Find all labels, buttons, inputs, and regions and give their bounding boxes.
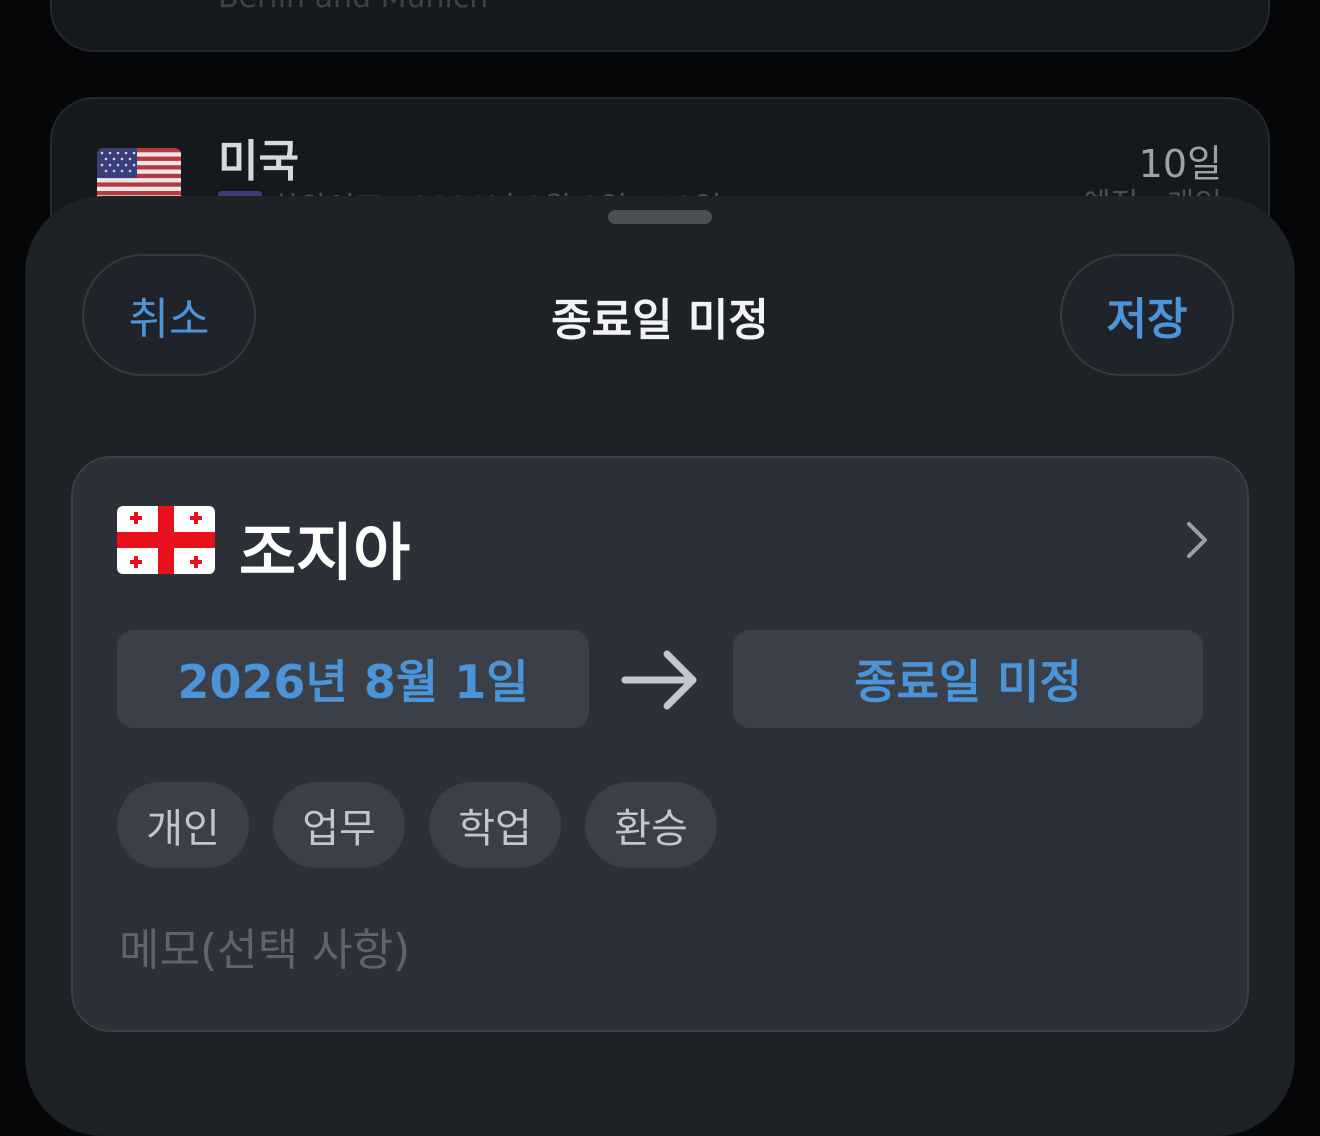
arrow-right-icon [621,650,697,710]
save-button[interactable]: 저장 [1060,254,1234,376]
country-name[interactable]: 조지아 [239,502,410,592]
start-date-button[interactable]: 2026년 8월 1일 [117,630,589,728]
sheet-drag-handle[interactable] [608,210,712,224]
edit-trip-sheet: 취소 종료일 미정 저장 조지아 2026년 8월 1일 종료일 미정 개인 업… [25,196,1295,1136]
tag-business[interactable]: 업무 [273,782,405,868]
georgia-flag-icon [117,506,215,574]
chevron-right-icon[interactable] [1177,520,1217,560]
trip-form-panel: 조지아 2026년 8월 1일 종료일 미정 개인 업무 학업 환승 [71,456,1249,1032]
memo-input[interactable] [117,914,1201,986]
trip-card-subtitle: Berlin and Munich [218,0,488,15]
tag-transit[interactable]: 환승 [585,782,717,868]
trip-card-title: 미국 [218,136,299,187]
end-date-button[interactable]: 종료일 미정 [733,630,1203,728]
trip-card-germany: Berlin and Munich [50,0,1270,52]
tag-study[interactable]: 학업 [429,782,561,868]
tag-personal[interactable]: 개인 [117,782,249,868]
